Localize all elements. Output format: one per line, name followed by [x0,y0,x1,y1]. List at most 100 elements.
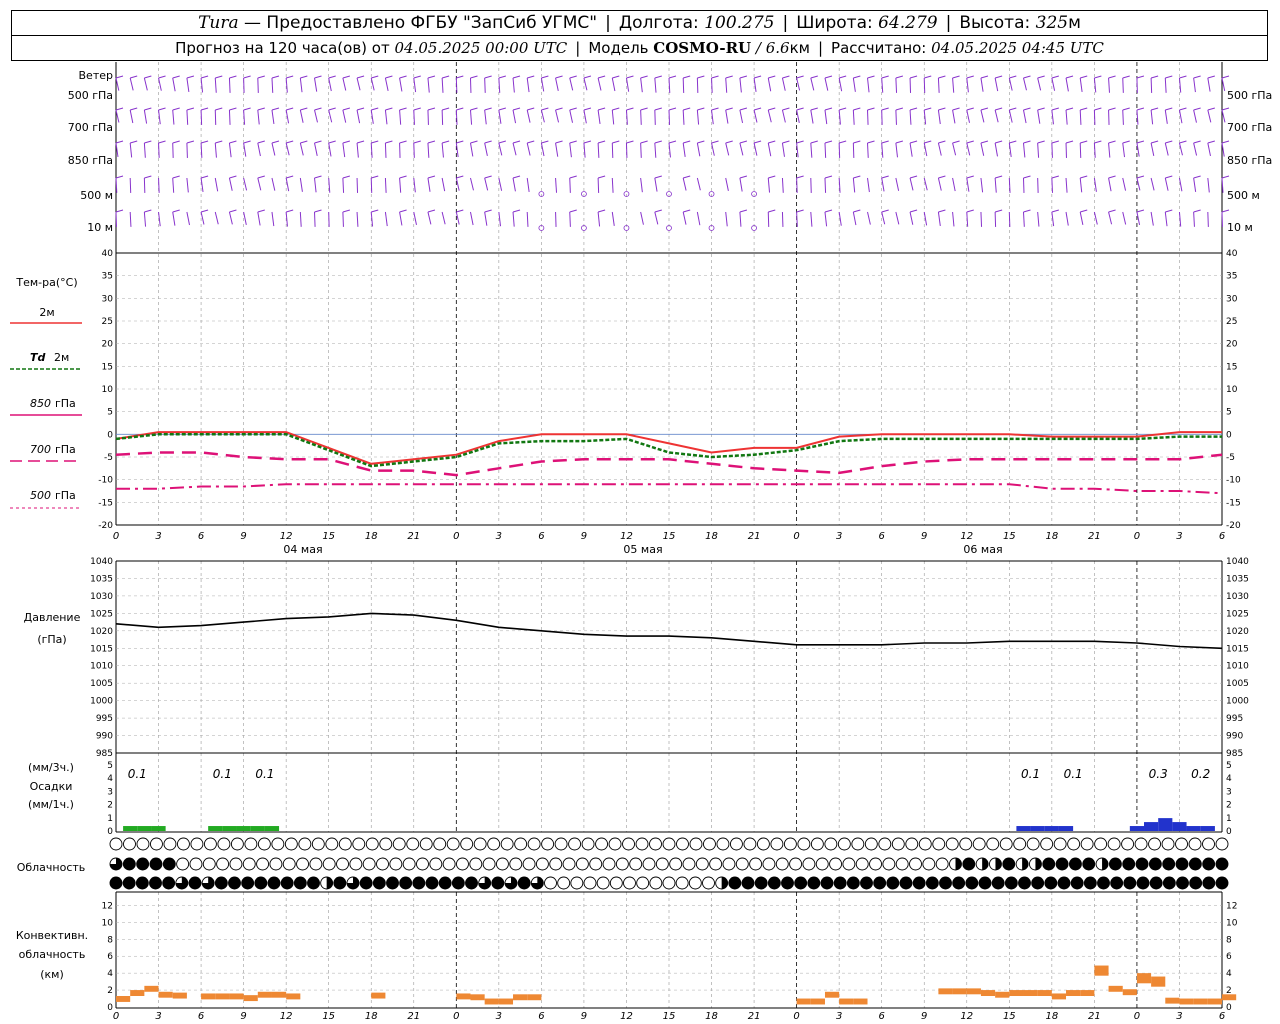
cloud-symbol [406,837,420,851]
conv-bar [1051,993,1067,1000]
wind-barb-feather [257,140,265,144]
wind-barb [739,142,744,156]
wind-barb [299,109,304,123]
conv-bar [144,985,159,992]
wind-barb [1178,77,1182,93]
pressure-tick-label-right: 1000 [1226,697,1249,707]
wind-barb [455,211,460,225]
cloud-symbol [562,857,576,871]
wind-barb [186,109,189,125]
cloud-symbol [135,876,149,890]
cloud-symbol [775,857,789,871]
wind-barb [441,177,446,192]
wind-barb [711,77,713,93]
wind-barb-feather [1023,107,1031,111]
wind-barb-feather [314,209,322,213]
wind-barb [725,142,730,156]
precip-bar [1044,826,1059,831]
wind-barb [1164,177,1169,191]
wind-barb [1022,211,1025,227]
wind-barb [1122,142,1126,158]
temp-x-tick-label: 18 [705,531,718,542]
wind-barb-feather [229,209,237,213]
wind-barb [583,142,586,158]
wind-barb-feather [725,75,733,79]
cloud-symbol [307,876,320,890]
wind-barb [867,211,871,225]
cloud-symbol [635,837,649,851]
wind-barb [228,142,232,158]
cloud-symbol [456,857,469,871]
wind-barb-feather [371,140,379,144]
wind-barb-feather [768,209,776,213]
wind-barb-feather [683,175,691,179]
cloud-symbol [1053,837,1067,851]
cloud-symbol [1070,876,1084,890]
wind-barb-feather [1108,75,1116,79]
cloud-symbol [1031,876,1045,890]
conv-x-tick-label: 18 [1045,1011,1058,1022]
legend-t500-num: 500 [30,489,51,502]
cloud-symbol [487,837,501,851]
precip-amount-label: 0.1 [1064,767,1083,781]
precip-amount-label: 0.2 [1191,767,1210,781]
conv-bar [1023,990,1038,996]
wind-barb-feather [300,140,308,144]
wind-barb [824,142,827,158]
wind-barb [1008,211,1011,227]
cloud-symbol [939,876,952,890]
cloud-symbol [959,837,973,851]
cloud-symbol [349,857,363,871]
wind-barb [852,77,856,92]
wind-barb [994,77,999,92]
conv-x-tick-label: 15 [322,1011,335,1022]
cloud-symbol [935,857,949,871]
wind-barb [937,211,941,227]
cloud-symbol [767,876,781,890]
conv-bar [1136,973,1152,984]
wind-barb-feather [810,140,818,144]
wind-barb [1108,177,1112,192]
wind-barb-feather [286,75,294,79]
wind-barb [895,177,900,191]
wind-barb [172,177,175,193]
wind-barb [1207,211,1209,227]
wind-barb-feather [172,209,180,213]
wind-barb-feather [1150,107,1159,111]
temp-tick-label-right: 20 [1226,340,1238,350]
wind-barb [625,77,630,92]
cloud-symbol [642,857,656,871]
day-label-2: 05 мая [623,543,662,556]
cloud-symbol [1002,857,1016,871]
wind-barb [441,77,444,93]
conv-bar [1122,989,1137,996]
temp-x-tick-label: 9 [240,531,246,542]
conv-x-tick-label: 3 [496,1011,502,1022]
wind-barb-feather [158,140,166,144]
wind-barb-feather [470,75,478,79]
wind-barb [597,77,602,91]
wind-barb [1136,177,1141,191]
conv-bar [853,998,868,1005]
wind-barb-feather [881,175,889,179]
pressure-title: Давление [24,611,81,624]
wind-barb-feather [1009,140,1017,144]
wind-barb [228,109,231,125]
cloud-symbol [596,876,610,890]
wind-barb [143,211,147,227]
cloud-symbol [122,857,136,871]
wind-barb-feather [569,75,577,79]
temp-tick-label-right: 10 [1226,385,1238,395]
cloud-symbol [162,876,176,890]
wind-barb [654,177,658,192]
wind-barb [1093,211,1098,225]
wind-barb-feather [1165,107,1173,111]
cloud-symbol [1162,876,1176,890]
wind-barb [129,177,132,193]
wind-barb-feather [1065,140,1074,144]
wind-barb [1079,109,1082,125]
conv-x-tick-label: 9 [240,1011,246,1022]
wind-barb [966,77,969,93]
conv-bar [952,988,967,995]
wind-barb [469,142,474,157]
